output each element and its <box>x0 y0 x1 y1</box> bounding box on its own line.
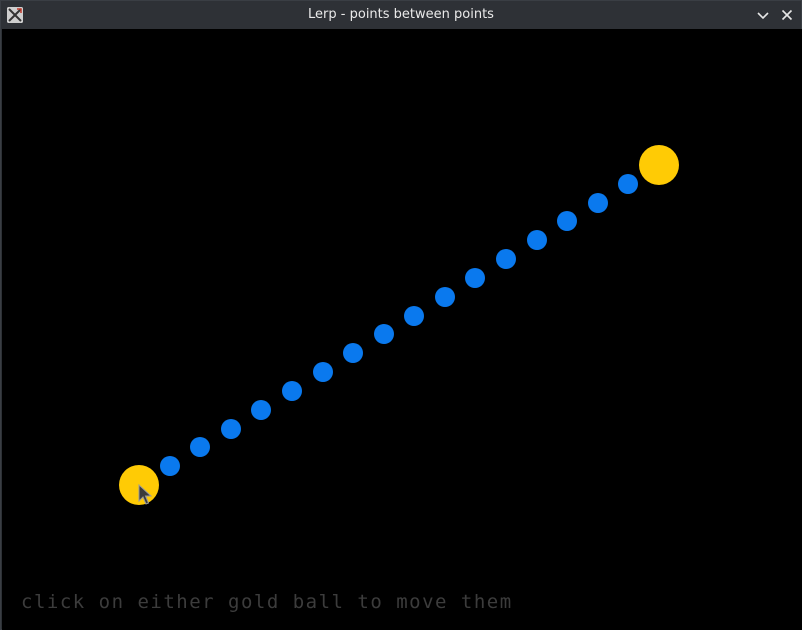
lerp-point <box>587 192 608 213</box>
lerp-point <box>251 399 272 420</box>
minimize-button[interactable] <box>754 6 772 24</box>
chevron-down-icon <box>757 12 769 20</box>
app-window: Lerp - points between points click on ei… <box>0 0 802 630</box>
lerp-point <box>618 173 639 194</box>
hint-text: click on either gold ball to move them <box>21 591 513 613</box>
lerp-point <box>343 343 364 364</box>
close-icon <box>781 9 793 21</box>
gold-ball-end[interactable] <box>639 145 679 185</box>
window-title: Lerp - points between points <box>308 7 494 22</box>
close-button[interactable] <box>778 6 796 24</box>
lerp-point <box>190 437 211 458</box>
title-bar[interactable]: Lerp - points between points <box>1 1 801 29</box>
lerp-point <box>220 418 241 439</box>
lerp-point <box>557 211 578 232</box>
lerp-point <box>496 249 517 270</box>
lerp-point <box>373 324 394 345</box>
game-canvas[interactable]: click on either gold ball to move them <box>2 29 802 630</box>
lerp-point <box>159 456 180 477</box>
lerp-point <box>404 305 425 326</box>
lerp-point <box>526 230 547 251</box>
lerp-point <box>312 362 333 383</box>
lerp-point <box>434 286 455 307</box>
mouse-cursor-icon <box>138 484 153 505</box>
lerp-point <box>281 380 302 401</box>
lerp-point <box>465 267 486 288</box>
